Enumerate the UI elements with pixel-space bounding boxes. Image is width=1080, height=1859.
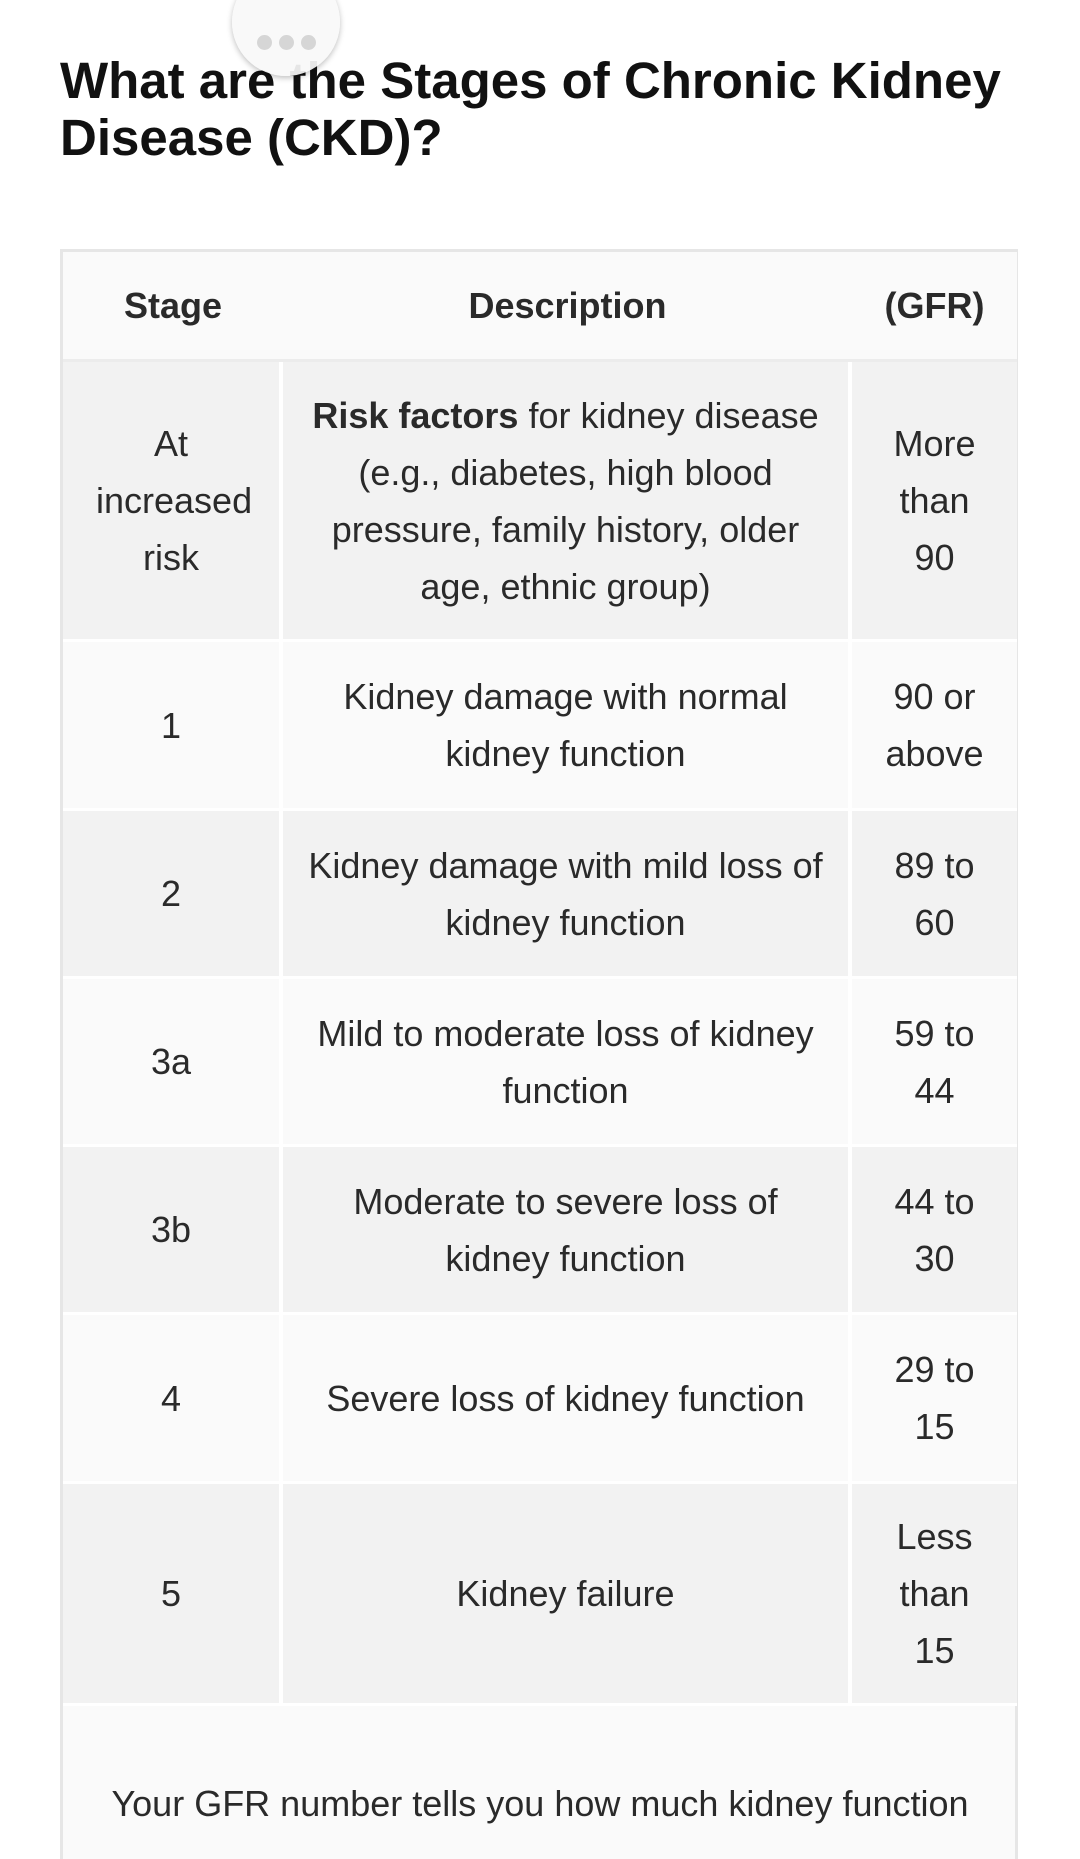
gfr-text: 44 to 30 xyxy=(894,1180,975,1279)
description-bold: Risk factors xyxy=(312,394,519,436)
gfr-text: More than 90 xyxy=(893,423,976,578)
table-footer-note: Your GFR number tells you how much kidne… xyxy=(111,1783,969,1824)
gfr-text: Less than 15 xyxy=(896,1516,973,1671)
ckd-stages-table: Stage Description (GFR) At increased ris… xyxy=(63,252,1017,1706)
page-title: What are the Stages of Chronic Kidney Di… xyxy=(60,52,1001,166)
gfr-cell: 90 or above xyxy=(852,642,1017,811)
description-cell: Mild to moderate loss of kidney function xyxy=(283,979,852,1147)
table-header-row: Stage Description (GFR) xyxy=(63,252,1017,362)
table-row: At increased risk Risk factors for kidne… xyxy=(63,362,1017,642)
gfr-cell: 44 to 30 xyxy=(852,1147,1017,1315)
stage-text: At increased risk xyxy=(96,423,253,578)
stage-cell: 4 xyxy=(63,1315,283,1484)
description-cell: Kidney damage with normal kidney functio… xyxy=(283,642,852,811)
description-cell: Moderate to severe loss of kidney functi… xyxy=(283,1147,852,1315)
table-row: 2 Kidney damage with mild loss of kidney… xyxy=(63,811,1017,979)
stage-cell: At increased risk xyxy=(63,362,283,642)
gfr-text: 29 to 15 xyxy=(894,1349,975,1447)
description-cell: Risk factors for kidney disease (e.g., d… xyxy=(283,362,852,642)
table-row: 3a Mild to moderate loss of kidney funct… xyxy=(63,979,1017,1147)
header-description: Description xyxy=(283,252,852,362)
gfr-cell: 59 to 44 xyxy=(852,979,1017,1147)
gfr-cell: 89 to 60 xyxy=(852,811,1017,979)
gfr-cell: More than 90 xyxy=(852,362,1017,642)
gfr-cell: 29 to 15 xyxy=(852,1315,1017,1484)
table-row: 1 Kidney damage with normal kidney funct… xyxy=(63,642,1017,811)
description-cell: Severe loss of kidney function xyxy=(283,1315,852,1484)
header-gfr: (GFR) xyxy=(852,252,1017,362)
table-row: 5 Kidney failure Less than 15 xyxy=(63,1484,1017,1706)
stage-cell: 2 xyxy=(63,811,283,979)
gfr-text: 59 to 44 xyxy=(894,1012,975,1111)
table-row: 3b Moderate to severe loss of kidney fun… xyxy=(63,1147,1017,1315)
gfr-text: 90 or above xyxy=(885,676,984,774)
description-cell: Kidney failure xyxy=(283,1484,852,1706)
stage-cell: 3a xyxy=(63,979,283,1147)
more-horizontal-icon xyxy=(256,35,316,50)
gfr-cell: Less than 15 xyxy=(852,1484,1017,1706)
stage-cell: 3b xyxy=(63,1147,283,1315)
table-row: 4 Severe loss of kidney function 29 to 1… xyxy=(63,1315,1017,1484)
description-cell: Kidney damage with mild loss of kidney f… xyxy=(283,811,852,979)
stage-cell: 1 xyxy=(63,642,283,811)
header-stage: Stage xyxy=(63,252,283,362)
stage-cell: 5 xyxy=(63,1484,283,1706)
gfr-text: 89 to 60 xyxy=(894,844,975,943)
